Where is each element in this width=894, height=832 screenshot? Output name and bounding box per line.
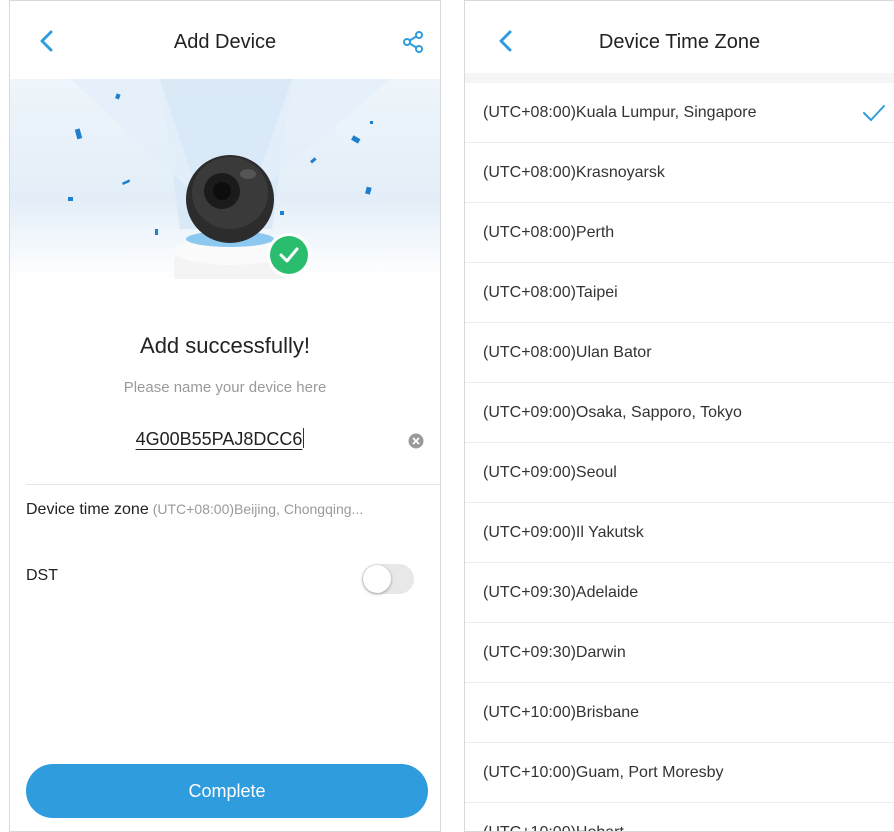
time-zone-item-label: (UTC+08:00)Ulan Bator: [483, 344, 652, 361]
time-zone-item[interactable]: (UTC+08:00)Kuala Lumpur, Singapore: [465, 83, 894, 143]
time-zone-value: (UTC+08:00)Beijing, Chongqing...: [152, 501, 364, 517]
time-zone-item[interactable]: (UTC+09:00)Osaka, Sapporo, Tokyo: [465, 383, 894, 443]
share-icon[interactable]: [402, 31, 424, 53]
success-message: Add successfully!: [140, 333, 310, 358]
time-zone-item[interactable]: (UTC+09:30)Darwin: [465, 623, 894, 683]
time-zone-item-label: (UTC+08:00)Perth: [483, 224, 615, 241]
section-gap: [465, 73, 894, 83]
time-zone-item[interactable]: (UTC+10:00)Brisbane: [465, 683, 894, 743]
complete-button[interactable]: Complete: [26, 764, 428, 818]
time-zone-item[interactable]: (UTC+08:00)Krasnoyarsk: [465, 143, 894, 203]
toggle-knob: [363, 565, 391, 593]
check-icon: [863, 105, 885, 121]
time-zone-item[interactable]: (UTC+09:00)Il Yakutsk: [465, 503, 894, 563]
time-zone-item-label: (UTC+09:00)Seoul: [483, 464, 617, 481]
text-cursor: [303, 428, 305, 448]
page-title: Device Time Zone: [598, 31, 761, 53]
dst-label: DST: [26, 567, 58, 584]
time-zone-item-label: (UTC+08:00)Kuala Lumpur, Singapore: [483, 104, 757, 121]
time-zone-item-label: (UTC+10:00)Brisbane: [483, 704, 640, 721]
time-zone-item-label: (UTC+10:00)Hobart: [483, 824, 624, 831]
header: Add Device: [10, 1, 440, 79]
time-zone-item-label: (UTC+09:30)Adelaide: [483, 584, 639, 601]
camera-illustration: [68, 79, 390, 279]
time-zone-list: (UTC+08:00)Kuala Lumpur, Singapore (UTC+0…: [465, 83, 894, 831]
time-zone-item[interactable]: (UTC+09:00)Seoul: [465, 443, 894, 503]
time-zone-item-label: (UTC+08:00)Krasnoyarsk: [483, 164, 665, 181]
clear-icon[interactable]: [408, 433, 424, 449]
success-illustration: [10, 79, 440, 279]
time-zone-item-label: (UTC+09:00)Osaka, Sapporo, Tokyo: [483, 404, 742, 421]
success-check-icon: [267, 233, 311, 277]
page-title: Add Device: [173, 31, 277, 53]
time-zone-item-label: (UTC+09:30)Darwin: [483, 644, 626, 661]
time-zone-item[interactable]: (UTC+08:00)Ulan Bator: [465, 323, 894, 383]
time-zone-item[interactable]: (UTC+10:00)Guam, Port Moresby: [465, 743, 894, 803]
device-name-input[interactable]: 4G00B55PAJ8DCC6: [70, 428, 370, 450]
device-time-zone-screen: Device Time Zone (UTC+08:00)Kuala Lumpur…: [464, 0, 894, 832]
device-time-zone-row[interactable]: Device time zone (UTC+08:00)Beijing, Chon…: [26, 501, 428, 531]
divider: [26, 484, 440, 485]
add-device-screen: Add Device Add successfully! Please name…: [9, 0, 441, 832]
time-zone-item[interactable]: (UTC+08:00)Perth: [465, 203, 894, 263]
time-zone-item-label: (UTC+09:00)Il Yakutsk: [483, 524, 644, 541]
dst-toggle[interactable]: [362, 564, 414, 594]
time-zone-item-label: (UTC+08:00)Taipei: [483, 284, 618, 301]
device-name-value: 4G00B55PAJ8DCC6: [135, 429, 303, 449]
name-device-hint: Please name your device here: [123, 379, 327, 396]
time-zone-item[interactable]: (UTC+10:00)Hobart: [465, 803, 894, 831]
time-zone-item[interactable]: (UTC+08:00)Taipei: [465, 263, 894, 323]
time-zone-item-label: (UTC+10:00)Guam, Port Moresby: [483, 764, 724, 781]
time-zone-item[interactable]: (UTC+09:30)Adelaide: [465, 563, 894, 623]
time-zone-label: Device time zone: [26, 501, 149, 518]
